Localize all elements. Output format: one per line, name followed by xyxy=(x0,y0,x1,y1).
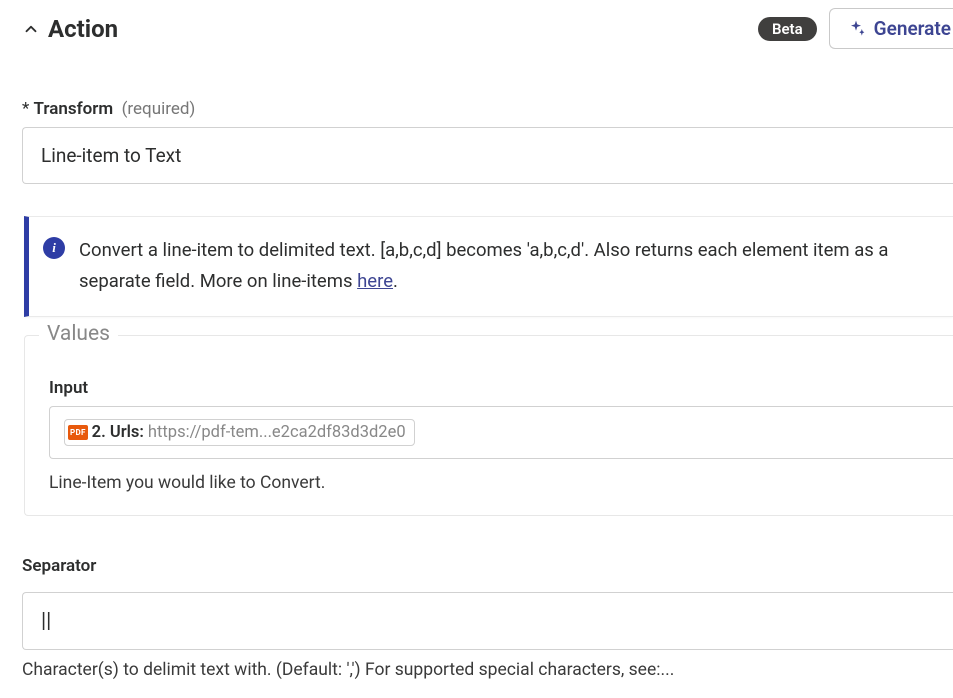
values-fieldset: Values Input PDF 2. Urls: https://pdf-te… xyxy=(24,335,953,516)
chevron-up-icon[interactable] xyxy=(22,20,40,38)
info-link[interactable]: here xyxy=(357,270,393,292)
separator-helper-text: Character(s) to delimit text with. (Defa… xyxy=(22,660,953,680)
info-text-after: . xyxy=(393,270,398,292)
transform-field-label: Transform xyxy=(34,99,114,119)
sparkle-icon xyxy=(846,19,866,39)
input-field[interactable]: PDF 2. Urls: https://pdf-tem...e2ca2df83… xyxy=(49,406,953,459)
info-banner: i Convert a line-item to delimited text.… xyxy=(24,216,953,317)
info-text: Convert a line-item to delimited text. [… xyxy=(79,235,935,298)
separator-section: Separator Character(s) to delimit text w… xyxy=(22,556,953,680)
beta-badge: Beta xyxy=(758,17,817,41)
pdf-icon: PDF xyxy=(68,425,88,440)
generate-button[interactable]: Generate xyxy=(829,8,953,49)
values-legend: Values xyxy=(39,322,118,346)
transform-label-row: * Transform (required) xyxy=(22,99,953,119)
generate-label: Generate xyxy=(874,17,951,40)
header-right: Beta Generate xyxy=(758,8,953,49)
header-left: Action xyxy=(22,15,118,43)
transform-value: Line-item to Text xyxy=(41,144,181,167)
section-header: Action Beta Generate xyxy=(22,8,953,49)
data-pill[interactable]: PDF 2. Urls: https://pdf-tem...e2ca2df83… xyxy=(64,419,415,446)
required-text: (required) xyxy=(122,99,196,119)
transform-select[interactable]: Line-item to Text xyxy=(22,127,953,184)
pill-label: 2. Urls: xyxy=(92,423,144,442)
separator-input[interactable] xyxy=(22,592,953,650)
input-helper-text: Line-Item you would like to Convert. xyxy=(49,473,953,493)
pill-value: https://pdf-tem...e2ca2df83d3d2e0 xyxy=(148,423,406,442)
required-asterisk: * xyxy=(22,99,29,119)
info-text-before: Convert a line-item to delimited text. [… xyxy=(79,239,888,292)
info-icon: i xyxy=(43,237,65,259)
section-title: Action xyxy=(48,15,118,43)
separator-label: Separator xyxy=(22,556,953,576)
input-label: Input xyxy=(49,378,953,398)
